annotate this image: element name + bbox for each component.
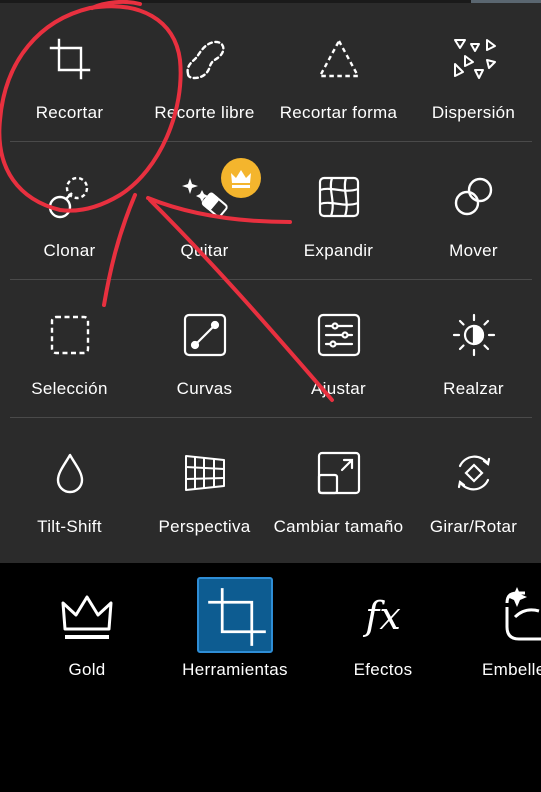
fx-icon: fx	[345, 577, 421, 653]
tool-label: Ajustar	[310, 379, 366, 398]
tool-perspective[interactable]: Perspectiva	[137, 417, 272, 555]
clone-icon	[47, 174, 93, 220]
nav-label: Embellecer	[482, 660, 541, 679]
tool-resize[interactable]: Cambiar tamaño	[271, 417, 406, 555]
tool-freehand-crop[interactable]: Recorte libre	[137, 3, 272, 141]
tool-clone[interactable]: Clonar	[2, 141, 137, 279]
tool-label: Mover	[449, 241, 498, 260]
nav-label: Herramientas	[182, 660, 288, 679]
tool-curves[interactable]: Curvas	[137, 279, 272, 417]
move-icon	[451, 174, 497, 220]
tilt-shift-icon	[47, 450, 93, 496]
tools-panel: Recortar Recorte libre Recortar forma Di…	[0, 3, 541, 563]
tool-move[interactable]: Mover	[406, 141, 541, 279]
rotate-icon	[451, 450, 497, 496]
freehand-crop-icon	[182, 36, 228, 82]
tool-rotate[interactable]: Girar/Rotar	[406, 417, 541, 555]
crop-icon	[47, 36, 93, 82]
tool-label: Recortar	[35, 103, 104, 122]
tool-label: Realzar	[443, 379, 504, 398]
nav-tools[interactable]: Herramientas	[170, 563, 300, 693]
tool-label: Quitar	[180, 241, 229, 260]
expand-icon	[316, 174, 362, 220]
selection-icon	[47, 312, 93, 358]
enhance-icon	[451, 312, 497, 358]
tool-tilt-shift[interactable]: Tilt-Shift	[2, 417, 137, 555]
tool-label: Girar/Rotar	[429, 517, 518, 536]
tool-enhance[interactable]: Realzar	[406, 279, 541, 417]
premium-crown-icon	[221, 158, 261, 198]
tool-label: Curvas	[176, 379, 233, 398]
tools-crop-icon	[197, 577, 273, 653]
tool-label: Expandir	[303, 241, 374, 260]
perspective-icon	[182, 450, 228, 496]
tool-label: Selección	[31, 379, 108, 398]
adjust-icon	[316, 312, 362, 358]
tool-shape-crop[interactable]: Recortar forma	[271, 3, 406, 141]
resize-icon	[316, 450, 362, 496]
nav-beautify[interactable]: Embellecer	[475, 563, 541, 693]
bottom-nav: Gold Herramientas fx Efectos Embellecer	[0, 563, 541, 792]
tools-row-3: Selección Curvas Ajustar Realzar	[0, 279, 541, 417]
tool-crop[interactable]: Recortar	[2, 3, 137, 141]
tool-label: Cambiar tamaño	[273, 517, 404, 536]
tool-label: Recortar forma	[279, 103, 398, 122]
curves-icon	[182, 312, 228, 358]
nav-gold[interactable]: Gold	[42, 563, 132, 693]
nav-label: Efectos	[353, 660, 413, 679]
tool-selection[interactable]: Selección	[2, 279, 137, 417]
tools-row-4: Tilt-Shift Perspectiva Cambiar tamaño Gi…	[0, 417, 541, 555]
tool-expand[interactable]: Expandir	[271, 141, 406, 279]
nav-effects[interactable]: fx Efectos	[338, 563, 428, 693]
tool-label: Dispersión	[431, 103, 516, 122]
tool-dispersion[interactable]: Dispersión	[406, 3, 541, 141]
tool-adjust[interactable]: Ajustar	[271, 279, 406, 417]
shape-crop-icon	[316, 36, 362, 82]
tool-label: Recorte libre	[154, 103, 255, 122]
tool-label: Clonar	[43, 241, 96, 260]
tools-row-2: Clonar Quitar Expandir Mover	[0, 141, 541, 279]
tool-label: Tilt-Shift	[37, 517, 102, 536]
tools-row-1: Recortar Recorte libre Recortar forma Di…	[0, 3, 541, 141]
beautify-icon	[495, 577, 541, 653]
nav-label: Gold	[68, 660, 106, 679]
gold-crown-icon	[49, 577, 125, 653]
tool-label: Perspectiva	[158, 517, 251, 536]
svg-text:fx: fx	[362, 594, 401, 638]
dispersion-icon	[451, 36, 497, 82]
